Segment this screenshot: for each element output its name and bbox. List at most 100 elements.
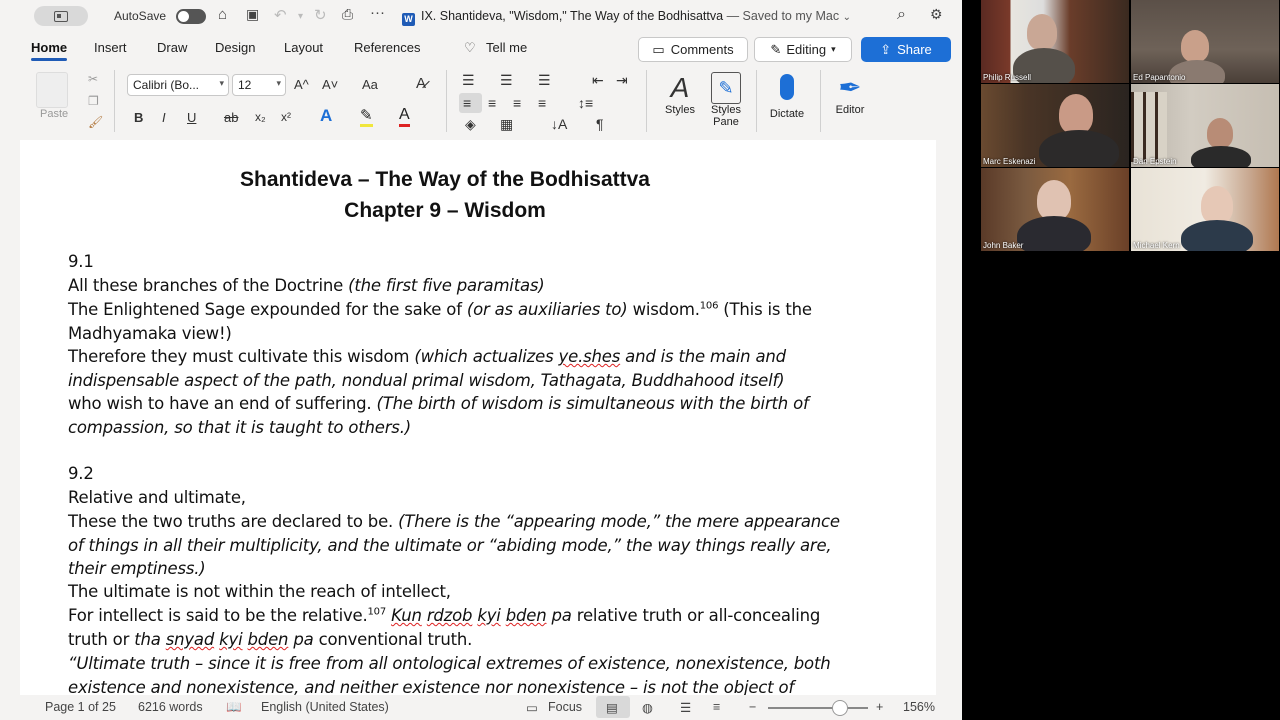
copy-icon[interactable]: ❐ <box>88 94 99 108</box>
decrease-indent-icon[interactable]: ⇤ <box>592 72 604 89</box>
styles-pane-label: Styles Pane <box>711 104 741 128</box>
participant-name: Dan Epstein <box>1133 157 1177 166</box>
underline-button[interactable]: U <box>187 110 196 125</box>
video-tile[interactable]: Dan Epstein <box>1131 84 1279 167</box>
language-indicator[interactable]: English (United States) <box>261 700 389 714</box>
outline-icon[interactable]: ☰ <box>680 700 691 715</box>
save-icon[interactable]: ▣ <box>246 6 259 23</box>
page-count[interactable]: Page 1 of 25 <box>45 700 116 714</box>
search-icon[interactable]: ⌕ <box>897 6 906 24</box>
text-line: All these branches of the Doctrine (the … <box>68 276 545 295</box>
document-title[interactable]: W IX. Shantideva, "Wisdom," The Way of th… <box>402 9 851 26</box>
print-icon[interactable]: ⎙ <box>342 6 353 23</box>
comments-button[interactable]: ▭ Comments <box>638 37 748 62</box>
tab-home[interactable]: Home <box>31 40 68 61</box>
tab-insert[interactable]: Insert <box>94 40 127 55</box>
editing-button[interactable]: ✎ Editing ▾ <box>754 37 852 62</box>
vertical-scrollbar[interactable] <box>936 140 962 695</box>
format-painter-icon[interactable]: 🖌 <box>88 115 103 129</box>
styles-pane-button[interactable]: ✎ Styles Pane <box>706 72 746 128</box>
shrink-font-button[interactable]: A˅ <box>322 77 338 92</box>
font-name-select[interactable]: Calibri (Bo... ▾ <box>127 74 229 96</box>
strikethrough-button[interactable]: ab <box>224 110 238 125</box>
undo-dropdown-icon[interactable]: ▾ <box>298 11 303 22</box>
zoom-slider-thumb[interactable] <box>832 700 848 716</box>
video-tile[interactable]: Philip Russell <box>981 0 1129 83</box>
font-color-icon[interactable]: A <box>399 106 410 127</box>
dictate-button[interactable]: Dictate <box>764 72 810 120</box>
text-effects-icon[interactable]: A <box>320 106 332 126</box>
tab-draw[interactable]: Draw <box>157 40 187 55</box>
grow-font-button[interactable]: A^ <box>294 77 309 92</box>
align-center-icon[interactable]: ≡ <box>488 95 496 111</box>
text-line: Madhyamaka view!) <box>68 324 232 343</box>
text-line: existence and nonexistence, and neither … <box>68 678 794 695</box>
zoom-in-button[interactable]: + <box>876 700 883 714</box>
zoom-slider[interactable] <box>768 700 868 716</box>
sidebar-toggle-button[interactable] <box>34 6 88 26</box>
document-title-line1: Shantideva – The Way of the Bodhisattva <box>240 168 650 191</box>
video-tile[interactable]: Ed Papantonio <box>1131 0 1279 83</box>
highlight-icon[interactable]: ✎ <box>360 106 373 127</box>
align-right-icon[interactable]: ≡ <box>513 95 521 111</box>
shading-icon[interactable]: ◈ <box>465 116 476 133</box>
italic-button[interactable]: I <box>162 110 166 125</box>
clear-formatting-icon[interactable]: A̷ <box>416 75 426 92</box>
more-icon[interactable]: ··· <box>370 4 385 21</box>
word-doc-icon: W <box>402 13 415 26</box>
editor-button[interactable]: ✒ Editor <box>828 72 872 116</box>
focus-label[interactable]: Focus <box>548 700 582 714</box>
show-marks-icon[interactable]: ¶ <box>596 116 604 132</box>
borders-icon[interactable]: ▦ <box>500 116 513 133</box>
cut-icon[interactable]: ✂ <box>88 72 98 86</box>
styles-button[interactable]: A Styles <box>656 72 704 116</box>
text-line: of things in all their multiplicity, and… <box>68 536 832 555</box>
align-left-icon[interactable]: ≡ <box>463 95 471 111</box>
text-line: Relative and ultimate, <box>68 488 246 507</box>
share-label: Share <box>897 42 932 57</box>
participant-name: Michael Kern <box>1133 241 1180 250</box>
video-tile[interactable]: John Baker <box>981 168 1129 251</box>
paste-label: Paste <box>40 108 69 120</box>
tab-layout[interactable]: Layout <box>284 40 323 55</box>
share-profile-icon[interactable]: ⚙ <box>930 6 943 23</box>
video-tile[interactable]: Marc Eskenazi <box>981 84 1129 167</box>
clipboard-icon[interactable] <box>36 72 68 108</box>
tell-me-search[interactable]: Tell me <box>486 40 527 55</box>
document-page[interactable]: Shantideva – The Way of the Bodhisattva … <box>20 140 936 695</box>
participant-body <box>1039 130 1119 167</box>
sort-icon[interactable]: ↓A <box>551 116 567 132</box>
video-tile[interactable]: Michael Kern <box>1131 168 1279 251</box>
redo-icon[interactable]: ↻ <box>314 6 327 24</box>
home-icon[interactable]: ⌂ <box>218 6 227 23</box>
zoom-out-button[interactable]: − <box>749 700 756 714</box>
zoom-level[interactable]: 156% <box>903 700 935 714</box>
share-icon: ⇪ <box>880 41 892 57</box>
increase-indent-icon[interactable]: ⇥ <box>616 72 628 89</box>
focus-icon[interactable]: ▭ <box>526 700 538 715</box>
text-line: The ultimate is not within the reach of … <box>68 582 451 601</box>
tab-references[interactable]: References <box>354 40 420 55</box>
superscript-button[interactable]: x² <box>281 110 291 124</box>
multilevel-list-icon[interactable]: ☰ <box>538 72 551 89</box>
web-layout-icon[interactable]: ◍ <box>642 700 653 715</box>
draft-icon[interactable]: ≡ <box>713 700 720 714</box>
line-spacing-icon[interactable]: ↕≡ <box>578 95 593 111</box>
tab-design[interactable]: Design <box>215 40 255 55</box>
proofing-icon[interactable]: 📖 <box>226 700 242 715</box>
shoji-screen <box>1131 92 1167 162</box>
autosave-toggle[interactable] <box>176 9 206 24</box>
numbering-icon[interactable]: ☰ <box>500 72 513 89</box>
font-size-select[interactable]: 12 ▾ <box>232 74 286 96</box>
change-case-button[interactable]: Aa <box>362 77 378 92</box>
justify-icon[interactable]: ≡ <box>538 95 546 111</box>
undo-icon[interactable]: ↶ <box>274 6 287 24</box>
word-count[interactable]: 6216 words <box>138 700 203 714</box>
chevron-down-icon: ▾ <box>276 78 281 88</box>
share-button[interactable]: ⇪ Share <box>861 37 951 62</box>
participant-video <box>1181 30 1209 62</box>
bold-button[interactable]: B <box>134 110 143 125</box>
bullets-icon[interactable]: ☰ <box>462 72 475 89</box>
text-line: The Enlightened Sage expounded for the s… <box>68 300 812 319</box>
subscript-button[interactable]: x₂ <box>255 110 266 124</box>
